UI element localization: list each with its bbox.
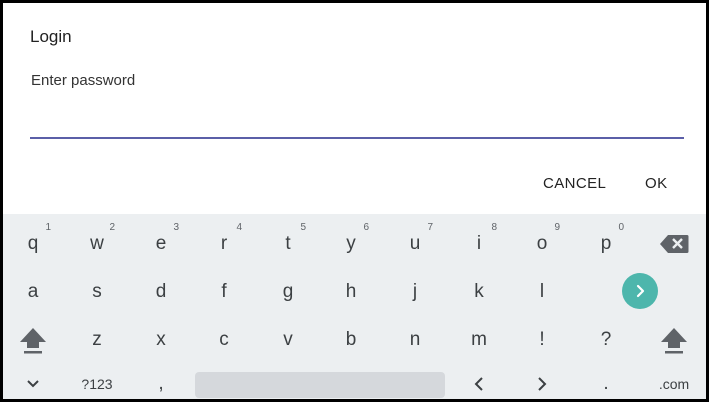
key-q[interactable]: q1 bbox=[9, 222, 57, 264]
key-k[interactable]: k bbox=[455, 272, 503, 312]
password-underline bbox=[30, 137, 684, 139]
key-label: r bbox=[220, 233, 228, 254]
key-i[interactable]: i8 bbox=[455, 222, 503, 264]
enter-key[interactable] bbox=[622, 273, 658, 309]
hide-keyboard-key[interactable] bbox=[9, 364, 57, 399]
cursor-left-key[interactable] bbox=[455, 364, 503, 399]
dialog-title: Login bbox=[30, 27, 72, 46]
dotcom-key[interactable]: .com bbox=[650, 364, 698, 399]
arrow-left-icon bbox=[474, 377, 483, 391]
key-hint: 7 bbox=[427, 222, 433, 233]
key-j[interactable]: j bbox=[391, 272, 439, 312]
key-p[interactable]: p0 bbox=[582, 222, 630, 264]
key-y[interactable]: y6 bbox=[327, 222, 375, 264]
chevron-right-icon bbox=[636, 284, 645, 298]
ok-button[interactable]: OK bbox=[639, 171, 673, 196]
login-dialog: Login Enter password CANCEL OK bbox=[3, 3, 706, 214]
key-hint: 6 bbox=[363, 222, 369, 233]
key-label: y bbox=[346, 233, 356, 254]
arrow-right-icon bbox=[538, 377, 547, 391]
key-b[interactable]: b bbox=[327, 320, 375, 360]
shift-key-right[interactable] bbox=[650, 320, 698, 360]
key-h[interactable]: h bbox=[327, 272, 375, 312]
key-exclamation[interactable]: ! bbox=[518, 320, 566, 360]
key-label: u bbox=[409, 233, 421, 254]
key-z[interactable]: z bbox=[73, 320, 121, 360]
shift-key-left[interactable] bbox=[9, 320, 57, 360]
period-key[interactable]: . bbox=[582, 364, 630, 399]
key-u[interactable]: u7 bbox=[391, 222, 439, 264]
key-label: i bbox=[476, 233, 482, 254]
key-d[interactable]: d bbox=[137, 272, 185, 312]
key-a[interactable]: a bbox=[9, 272, 57, 312]
soft-keyboard: q1 w2 e3 r4 t5 y6 u7 i8 o9 p0 a s d f g … bbox=[3, 214, 706, 399]
key-hint: 3 bbox=[173, 222, 179, 233]
password-input[interactable] bbox=[30, 98, 688, 136]
key-s[interactable]: s bbox=[73, 272, 121, 312]
key-g[interactable]: g bbox=[264, 272, 312, 312]
shift-icon bbox=[20, 328, 46, 354]
backspace-key[interactable] bbox=[650, 224, 698, 264]
chevron-down-icon bbox=[27, 380, 39, 388]
key-w[interactable]: w2 bbox=[73, 222, 121, 264]
key-label: w bbox=[90, 233, 104, 254]
shift-icon bbox=[661, 328, 687, 354]
key-c[interactable]: c bbox=[200, 320, 248, 360]
key-label: q bbox=[27, 233, 39, 254]
key-label: e bbox=[155, 233, 167, 254]
key-question[interactable]: ? bbox=[582, 320, 630, 360]
key-x[interactable]: x bbox=[137, 320, 185, 360]
backspace-icon bbox=[660, 235, 689, 253]
key-m[interactable]: m bbox=[455, 320, 503, 360]
key-e[interactable]: e3 bbox=[137, 222, 185, 264]
screen: Login Enter password CANCEL OK q1 w2 e3 … bbox=[0, 0, 709, 402]
key-hint: 5 bbox=[300, 222, 306, 233]
key-hint: 1 bbox=[45, 222, 51, 233]
password-prompt: Enter password bbox=[31, 72, 136, 89]
spacebar[interactable] bbox=[195, 372, 445, 398]
key-label: p bbox=[600, 233, 612, 254]
symbols-key[interactable]: ?123 bbox=[73, 364, 121, 399]
comma-key[interactable]: , bbox=[137, 364, 185, 399]
key-v[interactable]: v bbox=[264, 320, 312, 360]
key-label: t bbox=[285, 233, 291, 254]
key-hint: 2 bbox=[109, 222, 115, 233]
key-r[interactable]: r4 bbox=[200, 222, 248, 264]
key-hint: 0 bbox=[618, 222, 624, 233]
key-t[interactable]: t5 bbox=[264, 222, 312, 264]
key-hint: 9 bbox=[554, 222, 560, 233]
key-n[interactable]: n bbox=[391, 320, 439, 360]
key-f[interactable]: f bbox=[200, 272, 248, 312]
key-label: o bbox=[536, 233, 548, 254]
cursor-right-key[interactable] bbox=[518, 364, 566, 399]
key-l[interactable]: l bbox=[518, 272, 566, 312]
key-hint: 8 bbox=[491, 222, 497, 233]
cancel-button[interactable]: CANCEL bbox=[537, 171, 612, 196]
key-hint: 4 bbox=[236, 222, 242, 233]
key-o[interactable]: o9 bbox=[518, 222, 566, 264]
